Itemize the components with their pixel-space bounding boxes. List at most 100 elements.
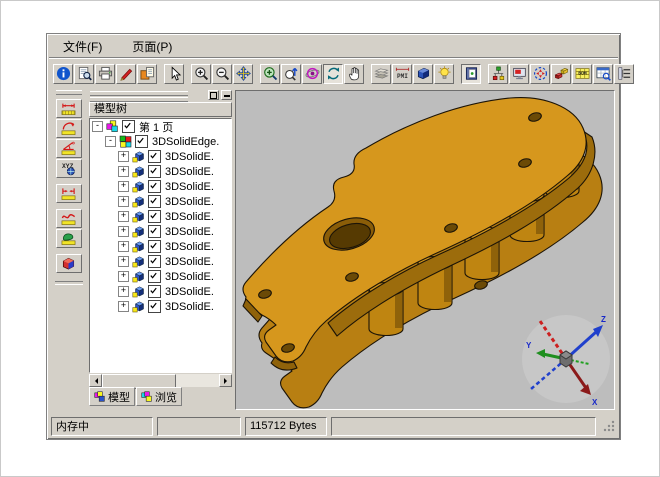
zoom-window-icon	[263, 66, 278, 81]
markup-pen-button[interactable]	[116, 64, 136, 84]
layer-display-button[interactable]	[371, 64, 391, 84]
lighting-button[interactable]	[434, 64, 454, 84]
print-button[interactable]	[95, 64, 115, 84]
visibility-checkbox[interactable]	[148, 255, 161, 268]
export-page-button[interactable]	[137, 64, 157, 84]
toolbar-gripper[interactable]	[56, 90, 82, 95]
zoom-in-button[interactable]	[191, 64, 211, 84]
zoom-out-icon	[215, 66, 230, 81]
part-cube-icon	[132, 165, 145, 178]
visibility-checkbox[interactable]	[148, 210, 161, 223]
expand-icon[interactable]: +	[118, 286, 129, 297]
scroll-track[interactable]	[176, 374, 219, 387]
menu-item-0[interactable]: 文件(F)	[61, 37, 104, 56]
resize-grip[interactable]	[602, 419, 616, 433]
visibility-checkbox[interactable]	[122, 120, 135, 133]
expand-icon[interactable]: +	[118, 181, 129, 192]
panel-maximize-button[interactable]	[208, 90, 219, 100]
tree-row-child-4[interactable]: +3DSolidE.	[90, 209, 231, 224]
print-preview-button[interactable]	[74, 64, 94, 84]
visibility-checkbox[interactable]	[148, 150, 161, 163]
view-cube-button[interactable]	[413, 64, 433, 84]
tab-browse[interactable]: 浏览	[136, 387, 182, 406]
tree-horizontal-scrollbar[interactable]	[89, 374, 232, 387]
visibility-checkbox[interactable]	[148, 240, 161, 253]
panel-gripper[interactable]	[90, 90, 188, 100]
expand-icon[interactable]: +	[118, 211, 129, 222]
tree-item-label: 第 1 页	[138, 119, 173, 135]
panel-minimize-button[interactable]	[221, 90, 232, 100]
measure-radius-button[interactable]	[56, 119, 82, 138]
pan-hand-button[interactable]	[344, 64, 364, 84]
dim-angle-icon	[61, 141, 76, 156]
tree-row-child-10[interactable]: +3DSolidE.	[90, 299, 231, 314]
visibility-checkbox[interactable]	[135, 135, 148, 148]
assembly-tree-button[interactable]	[488, 64, 508, 84]
screenshot-frame: 文件(F)页面(P) PMIBOM XYZ 模型树 -第 1 页-3DSolid…	[0, 0, 660, 477]
menu-item-1[interactable]: 页面(P)	[130, 37, 174, 56]
tree-row-child-1[interactable]: +3DSolidE.	[90, 164, 231, 179]
notebook-button[interactable]	[461, 64, 481, 84]
expand-icon[interactable]: +	[118, 256, 129, 267]
tab-model[interactable]: 模型	[89, 387, 135, 406]
zoom-window-button[interactable]	[260, 64, 280, 84]
measure-curve-length-button[interactable]	[56, 209, 82, 228]
measure-area-button[interactable]	[56, 229, 82, 248]
tree-row-child-8[interactable]: +3DSolidE.	[90, 269, 231, 284]
select-cursor-button[interactable]	[164, 64, 184, 84]
expand-icon[interactable]: +	[118, 151, 129, 162]
part-cube-icon	[132, 285, 145, 298]
snapshot-button[interactable]	[509, 64, 529, 84]
tree-row-child-6[interactable]: +3DSolidE.	[90, 239, 231, 254]
zoom-out-button[interactable]	[212, 64, 232, 84]
measure-coordinate-button[interactable]: XYZ	[56, 159, 82, 178]
rotate-view-button[interactable]	[302, 64, 322, 84]
3d-model-canvas[interactable]: Z X Y	[236, 91, 614, 409]
tree-row-child-7[interactable]: +3DSolidE.	[90, 254, 231, 269]
about-button[interactable]	[53, 64, 73, 84]
expand-icon[interactable]: +	[118, 271, 129, 282]
measure-angle-button[interactable]	[56, 139, 82, 158]
tree-row-group[interactable]: -3DSolidEdge.	[90, 134, 231, 149]
tree-row-child-5[interactable]: +3DSolidE.	[90, 224, 231, 239]
orientation-gizmo[interactable]: Z X Y	[522, 315, 610, 407]
tree-row-child-3[interactable]: +3DSolidE.	[90, 194, 231, 209]
expand-icon[interactable]: +	[118, 196, 129, 207]
expand-icon[interactable]: +	[118, 301, 129, 312]
zoom-dynamic-button[interactable]	[281, 64, 301, 84]
bom-button[interactable]: BOM	[572, 64, 592, 84]
pmi-display-button[interactable]: PMI	[392, 64, 412, 84]
bom-table-button[interactable]	[593, 64, 613, 84]
tree-item-label: 3DSolidE.	[164, 151, 214, 163]
collapse-icon[interactable]: -	[92, 121, 103, 132]
scroll-left-button[interactable]	[89, 374, 102, 387]
explode-button[interactable]	[551, 64, 571, 84]
visibility-checkbox[interactable]	[148, 165, 161, 178]
explode-rotate-button[interactable]	[530, 64, 550, 84]
viewport-3d[interactable]: Z X Y	[235, 90, 615, 410]
tree-item-label: 3DSolidE.	[164, 196, 214, 208]
tree-row-page[interactable]: - 第 1 页	[90, 119, 231, 134]
pan-move-button[interactable]	[233, 64, 253, 84]
cursor-icon	[167, 66, 182, 81]
expand-icon[interactable]: +	[118, 241, 129, 252]
structure-list-button[interactable]	[614, 64, 634, 84]
measure-linear-button[interactable]	[56, 99, 82, 118]
scroll-right-button[interactable]	[219, 374, 232, 387]
visibility-checkbox[interactable]	[148, 270, 161, 283]
visibility-checkbox[interactable]	[148, 285, 161, 298]
visibility-checkbox[interactable]	[148, 300, 161, 313]
expand-icon[interactable]: +	[118, 226, 129, 237]
measure-distance-button[interactable]	[56, 184, 82, 203]
visibility-checkbox[interactable]	[148, 180, 161, 193]
visibility-checkbox[interactable]	[148, 225, 161, 238]
visibility-checkbox[interactable]	[148, 195, 161, 208]
tab-label: 模型	[108, 389, 130, 405]
collapse-icon[interactable]: -	[105, 136, 116, 147]
expand-icon[interactable]: +	[118, 166, 129, 177]
tree-row-child-9[interactable]: +3DSolidE.	[90, 284, 231, 299]
tree-row-child-0[interactable]: +3DSolidE.	[90, 149, 231, 164]
measure-volume-button[interactable]	[56, 254, 82, 273]
spin-view-button[interactable]	[323, 64, 343, 84]
tree-row-child-2[interactable]: +3DSolidE.	[90, 179, 231, 194]
